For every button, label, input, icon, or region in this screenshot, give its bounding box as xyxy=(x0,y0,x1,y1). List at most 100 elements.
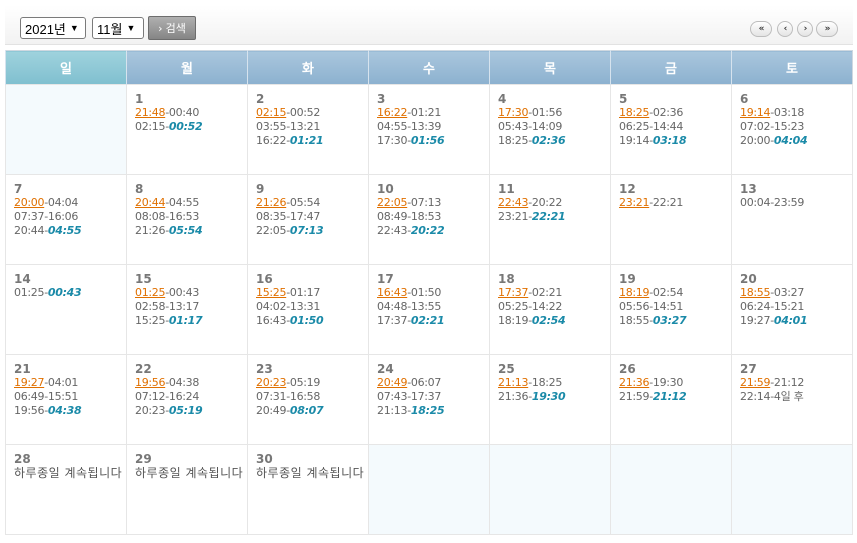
calendar-empty-cell xyxy=(489,444,611,535)
highlight-time-link[interactable]: 15:25 xyxy=(256,286,287,299)
calendar-day-cell[interactable]: 6 19:14-03:18 07:02-15:23 20:00-04:04 xyxy=(731,84,853,175)
time-range: 03:55-13:21 xyxy=(256,120,321,133)
time-line-1: 21:26-05:54 xyxy=(256,196,368,210)
search-button[interactable]: › 검색 xyxy=(148,16,196,40)
time-end: -00:43 xyxy=(165,286,200,299)
weekday-header-row: 일 월 화 수 목 금 토 xyxy=(5,50,853,85)
calendar-day-cell[interactable]: 12 23:21-22:21 xyxy=(610,174,732,265)
calendar-day-cell[interactable]: 13 00:04-23:59 xyxy=(731,174,853,265)
weekday-header: 금 xyxy=(610,50,732,85)
calendar-day-cell[interactable]: 5 18:25-02:36 06:25-14:44 19:14-03:18 xyxy=(610,84,732,175)
calendar-day-cell[interactable]: 10 22:05-07:13 08:49-18:53 22:43-20:22 xyxy=(368,174,490,265)
calendar-empty-cell xyxy=(368,444,490,535)
calendar-day-cell[interactable]: 16 15:25-01:17 04:02-13:31 16:43-01:50 xyxy=(247,264,369,355)
calendar-day-cell[interactable]: 7 20:00-04:04 07:37-16:06 20:44-04:55 xyxy=(5,174,127,265)
time-line-1: 20:00-04:04 xyxy=(14,196,126,210)
highlight-time-link[interactable]: 21:13 xyxy=(498,376,529,389)
calendar-day-cell[interactable]: 22 19:56-04:38 07:12-16:24 20:23-05:19 xyxy=(126,354,248,445)
calendar-day-cell[interactable]: 27 21:59-21:12 22:14-4일 후 xyxy=(731,354,853,445)
highlight-time-link[interactable]: 02:15 xyxy=(256,106,287,119)
calendar-day-cell[interactable]: 4 17:30-01:56 05:43-14:09 18:25-02:36 xyxy=(489,84,611,175)
highlight-time-link[interactable]: 21:36 xyxy=(619,376,650,389)
next-month-button[interactable]: › xyxy=(797,21,813,37)
calendar-day-cell[interactable]: 25 21:13-18:25 21:36-19:30 xyxy=(489,354,611,445)
highlight-time-link[interactable]: 20:49 xyxy=(377,376,408,389)
highlight-time-link[interactable]: 21:26 xyxy=(256,196,287,209)
calendar-day-cell[interactable]: 11 22:43-20:22 23:21-22:21 xyxy=(489,174,611,265)
highlight-time-link[interactable]: 22:05 xyxy=(377,196,408,209)
time-line-2: 04:55-13:39 xyxy=(377,120,489,134)
highlight-time-link[interactable]: 16:22 xyxy=(377,106,408,119)
month-select[interactable]: 11월 ▼ xyxy=(92,17,144,39)
highlight-time-link[interactable]: 19:14 xyxy=(740,106,771,119)
calendar-day-cell[interactable]: 3 16:22-01:21 04:55-13:39 17:30-01:56 xyxy=(368,84,490,175)
first-page-button[interactable]: « xyxy=(750,21,772,37)
time-end: -03:27 xyxy=(770,286,805,299)
toolbar: 2021년 ▼ 11월 ▼ › 검색 « ‹ › » xyxy=(5,5,853,45)
calendar-day-cell[interactable]: 2 02:15-00:52 03:55-13:21 16:22-01:21 xyxy=(247,84,369,175)
highlight-time-link[interactable]: 19:27 xyxy=(14,376,45,389)
time-range: 00:04-23:59 xyxy=(740,196,805,209)
time-line-3: 21:13-18:25 xyxy=(377,404,489,418)
time-range: 06:25-14:44 xyxy=(619,120,684,133)
calendar-day-cell[interactable]: 29 하루종일 계속됩니다 xyxy=(126,444,248,535)
highlight-time-link[interactable]: 18:55 xyxy=(740,286,771,299)
year-select-value: 2021년 xyxy=(25,21,66,37)
calendar-day-cell[interactable]: 15 01:25-00:43 02:58-13:17 15:25-01:17 xyxy=(126,264,248,355)
double-chevron-left-icon: « xyxy=(758,24,765,34)
time-line-3: 22:43-20:22 xyxy=(377,224,489,238)
calendar-day-cell[interactable]: 30 하루종일 계속됩니다 xyxy=(247,444,369,535)
highlight-time-link[interactable]: 17:30 xyxy=(498,106,529,119)
highlight-time-link[interactable]: 21:48 xyxy=(135,106,166,119)
calendar-day-cell[interactable]: 26 21:36-19:30 21:59-21:12 xyxy=(610,354,732,445)
calendar-day-cell[interactable]: 1 21:48-00:40 02:15-00:52 xyxy=(126,84,248,175)
time-range: 17:37- xyxy=(377,314,411,327)
highlight-time-link[interactable]: 21:59 xyxy=(740,376,771,389)
time-line-2: 07:37-16:06 xyxy=(14,210,126,224)
highlight-time-link[interactable]: 16:43 xyxy=(377,286,408,299)
calendar-day-cell[interactable]: 9 21:26-05:54 08:35-17:47 22:05-07:13 xyxy=(247,174,369,265)
year-select[interactable]: 2021년 ▼ xyxy=(20,17,86,39)
calendar-day-cell[interactable]: 19 18:19-02:54 05:56-14:51 18:55-03:27 xyxy=(610,264,732,355)
highlight-time-link[interactable]: 23:21 xyxy=(619,196,650,209)
highlight-time-link[interactable]: 18:19 xyxy=(619,286,650,299)
calendar-day-cell[interactable]: 28 하루종일 계속됩니다 xyxy=(5,444,127,535)
time-line-1: 01:25-00:43 xyxy=(135,286,247,300)
time-end: -22:21 xyxy=(649,196,684,209)
time-line-1: 22:05-07:13 xyxy=(377,196,489,210)
prev-month-button[interactable]: ‹ xyxy=(777,21,793,37)
time-line-2: 02:15-00:52 xyxy=(135,120,247,134)
search-button-label: 검색 xyxy=(165,22,186,35)
highlight-time-link[interactable]: 18:25 xyxy=(619,106,650,119)
highlight-time-link[interactable]: 20:44 xyxy=(135,196,166,209)
time-range: 20:23- xyxy=(135,404,169,417)
highlight-time-link[interactable]: 20:00 xyxy=(14,196,45,209)
last-page-button[interactable]: » xyxy=(816,21,838,37)
time-line-2: 07:43-17:37 xyxy=(377,390,489,404)
calendar-day-cell[interactable]: 18 17:37-02:21 05:25-14:22 18:19-02:54 xyxy=(489,264,611,355)
calendar-day-cell[interactable]: 8 20:44-04:55 08:08-16:53 21:26-05:54 xyxy=(126,174,248,265)
calendar-day-cell[interactable]: 17 16:43-01:50 04:48-13:55 17:37-02:21 xyxy=(368,264,490,355)
day-number: 14 xyxy=(14,272,31,286)
time-line-2: 06:24-15:21 xyxy=(740,300,852,314)
time-line-2: 06:49-15:51 xyxy=(14,390,126,404)
highlight-time-link[interactable]: 17:37 xyxy=(498,286,529,299)
highlight-time-link[interactable]: 19:56 xyxy=(135,376,166,389)
time-range: 07:37-16:06 xyxy=(14,210,79,223)
highlight-time-link[interactable]: 01:25 xyxy=(135,286,166,299)
time-end: -07:13 xyxy=(407,196,442,209)
calendar-day-cell[interactable]: 23 20:23-05:19 07:31-16:58 20:49-08:07 xyxy=(247,354,369,445)
time-line-1: 20:49-06:07 xyxy=(377,376,489,390)
calendar-day-cell[interactable]: 21 19:27-04:01 06:49-15:51 19:56-04:38 xyxy=(5,354,127,445)
calendar-day-cell[interactable]: 14 01:25-00:43 xyxy=(5,264,127,355)
emphasis-time: 05:19 xyxy=(168,404,203,417)
calendar-day-cell[interactable]: 20 18:55-03:27 06:24-15:21 19:27-04:01 xyxy=(731,264,853,355)
time-line-3: 17:37-02:21 xyxy=(377,314,489,328)
highlight-time-link[interactable]: 20:23 xyxy=(256,376,287,389)
time-range: 16:22- xyxy=(256,134,290,147)
time-range: 04:55-13:39 xyxy=(377,120,442,133)
day-number: 16 xyxy=(256,272,273,286)
calendar-day-cell[interactable]: 24 20:49-06:07 07:43-17:37 21:13-18:25 xyxy=(368,354,490,445)
highlight-time-link[interactable]: 22:43 xyxy=(498,196,529,209)
time-line-3: 22:05-07:13 xyxy=(256,224,368,238)
